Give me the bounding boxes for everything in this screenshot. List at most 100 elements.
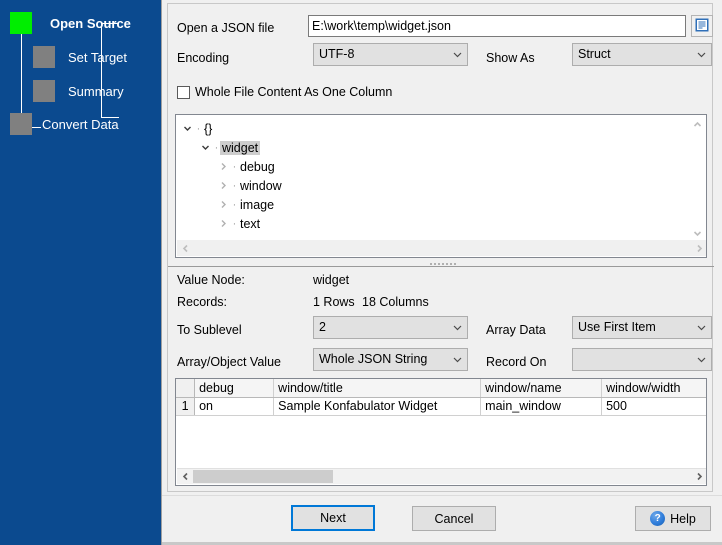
next-button[interactable]: Next bbox=[291, 505, 375, 531]
data-grid-table: debug window/title window/name window/wi… bbox=[176, 379, 706, 416]
chevron-right-icon[interactable] bbox=[691, 240, 706, 256]
chevron-right-icon[interactable] bbox=[215, 162, 231, 171]
chevron-up-icon[interactable] bbox=[689, 116, 705, 133]
tree-node-label: debug bbox=[240, 159, 275, 174]
tree-node[interactable]: · image bbox=[177, 195, 691, 214]
wizard-connector-vertical-right bbox=[101, 23, 102, 118]
question-mark-icon: ? bbox=[650, 511, 666, 526]
wizard-sidebar: Open Source Set Target Summary Convert D… bbox=[0, 0, 161, 545]
row-number[interactable]: 1 bbox=[176, 397, 196, 416]
step-marker-summary bbox=[33, 80, 55, 102]
sidebar-item-set-target[interactable]: Set Target bbox=[33, 46, 127, 68]
chevron-right-icon[interactable] bbox=[215, 181, 231, 190]
preview-data-grid[interactable]: debug window/title window/name window/wi… bbox=[175, 378, 707, 486]
chevron-left-icon[interactable] bbox=[177, 469, 193, 485]
tree-node-label: {} bbox=[204, 121, 213, 136]
table-cell[interactable]: Sample Konfabulator Widget bbox=[273, 397, 482, 416]
source-settings-panel: Open a JSON file Encoding UTF-8 bbox=[167, 3, 714, 492]
sidebar-item-label: Set Target bbox=[68, 49, 128, 65]
table-row[interactable]: 1 on Sample Konfabulator Widget main_win… bbox=[176, 397, 706, 416]
tree-node[interactable]: · text bbox=[177, 214, 691, 233]
sidebar-item-label: Convert Data bbox=[42, 116, 119, 132]
record-on-select[interactable] bbox=[572, 348, 712, 371]
cancel-button[interactable]: Cancel bbox=[412, 506, 496, 531]
help-button-label: Help bbox=[670, 511, 696, 526]
encoding-value: UTF-8 bbox=[319, 47, 355, 61]
array-object-value-label: Array/Object Value bbox=[177, 355, 281, 369]
row-header-corner[interactable] bbox=[176, 379, 196, 398]
file-label: Open a JSON file bbox=[177, 21, 275, 35]
chevron-right-icon[interactable] bbox=[215, 200, 231, 209]
chevron-down-icon[interactable] bbox=[197, 143, 213, 152]
tree-vertical-scrollbar[interactable] bbox=[689, 116, 705, 242]
tree-node-dot: · bbox=[232, 160, 237, 173]
sidebar-item-convert-data[interactable]: Convert Data bbox=[10, 113, 119, 135]
content-area: Open a JSON file Encoding UTF-8 bbox=[161, 0, 722, 545]
sidebar-item-open-source[interactable]: Open Source bbox=[10, 12, 131, 34]
tree-node-list: · {} · widget · debug · window · image ·… bbox=[177, 116, 691, 242]
records-rows: 1 Rows bbox=[313, 295, 355, 309]
table-cell[interactable]: on bbox=[194, 397, 275, 416]
to-sublevel-label: To Sublevel bbox=[177, 323, 242, 337]
chevron-down-icon bbox=[691, 50, 711, 59]
chevron-right-icon[interactable] bbox=[215, 219, 231, 228]
tree-node-dot: · bbox=[232, 179, 237, 192]
value-node-value: widget bbox=[313, 273, 350, 287]
json-tree-view[interactable]: · {} · widget · debug · window · image ·… bbox=[175, 114, 707, 258]
tree-node[interactable]: · widget bbox=[177, 138, 691, 157]
chevron-right-icon[interactable] bbox=[691, 469, 706, 485]
to-sublevel-value: 2 bbox=[319, 320, 326, 334]
column-header[interactable]: window/width bbox=[601, 379, 706, 398]
whole-file-checkbox[interactable] bbox=[177, 85, 190, 99]
array-object-value-select[interactable]: Whole JSON String bbox=[313, 348, 468, 371]
array-data-value: Use First Item bbox=[578, 320, 656, 334]
tree-node[interactable]: · debug bbox=[177, 157, 691, 176]
column-header[interactable]: window/name bbox=[480, 379, 603, 398]
array-data-label: Array Data bbox=[486, 323, 546, 337]
to-sublevel-select[interactable]: 2 bbox=[313, 316, 468, 339]
chevron-down-icon bbox=[447, 50, 467, 59]
chevron-down-icon bbox=[691, 355, 711, 364]
table-cell[interactable]: 500 bbox=[601, 397, 706, 416]
column-header[interactable]: debug bbox=[194, 379, 275, 398]
column-header[interactable]: window/title bbox=[273, 379, 482, 398]
whole-file-checkbox-row[interactable]: Whole File Content As One Column bbox=[177, 85, 392, 99]
table-cell[interactable]: main_window bbox=[480, 397, 603, 416]
tree-horizontal-scrollbar[interactable] bbox=[177, 240, 706, 256]
chevron-down-icon bbox=[447, 355, 467, 364]
tree-node[interactable]: · window bbox=[177, 176, 691, 195]
array-data-select[interactable]: Use First Item bbox=[572, 316, 712, 339]
grid-scrollbar-thumb[interactable] bbox=[193, 470, 333, 483]
help-button[interactable]: ? Help bbox=[635, 506, 711, 531]
tree-node-dot: · bbox=[214, 141, 219, 154]
chevron-down-icon bbox=[691, 323, 711, 332]
step-marker-open-source bbox=[10, 12, 32, 34]
tree-node-dot: · bbox=[232, 217, 237, 230]
show-as-value: Struct bbox=[578, 47, 611, 61]
chevron-down-icon[interactable] bbox=[179, 124, 195, 133]
tree-node-label: widget bbox=[220, 140, 261, 155]
encoding-label: Encoding bbox=[177, 51, 230, 65]
tree-node[interactable]: · {} bbox=[177, 119, 691, 138]
tree-node-dot: · bbox=[232, 198, 237, 211]
sidebar-item-label: Summary bbox=[68, 83, 124, 99]
sidebar-item-summary[interactable]: Summary bbox=[33, 80, 124, 102]
tree-node-dot: · bbox=[196, 122, 201, 135]
encoding-select[interactable]: UTF-8 bbox=[313, 43, 468, 66]
panel-splitter[interactable] bbox=[420, 260, 466, 268]
wizard-window: Open Source Set Target Summary Convert D… bbox=[0, 0, 722, 545]
tree-node-label: image bbox=[240, 197, 275, 212]
grid-horizontal-scrollbar[interactable] bbox=[177, 468, 706, 485]
json-file-input[interactable] bbox=[308, 15, 686, 37]
show-as-label: Show As bbox=[486, 51, 535, 65]
chevron-left-icon[interactable] bbox=[177, 240, 193, 256]
browse-file-button[interactable] bbox=[691, 15, 713, 37]
tree-node-label: text bbox=[240, 216, 261, 231]
record-on-label: Record On bbox=[486, 355, 547, 369]
show-as-select[interactable]: Struct bbox=[572, 43, 712, 66]
chevron-down-icon bbox=[447, 323, 467, 332]
document-icon bbox=[695, 18, 709, 35]
step-marker-set-target bbox=[33, 46, 55, 68]
value-node-label: Value Node: bbox=[177, 273, 245, 287]
step-marker-convert-data bbox=[10, 113, 32, 135]
